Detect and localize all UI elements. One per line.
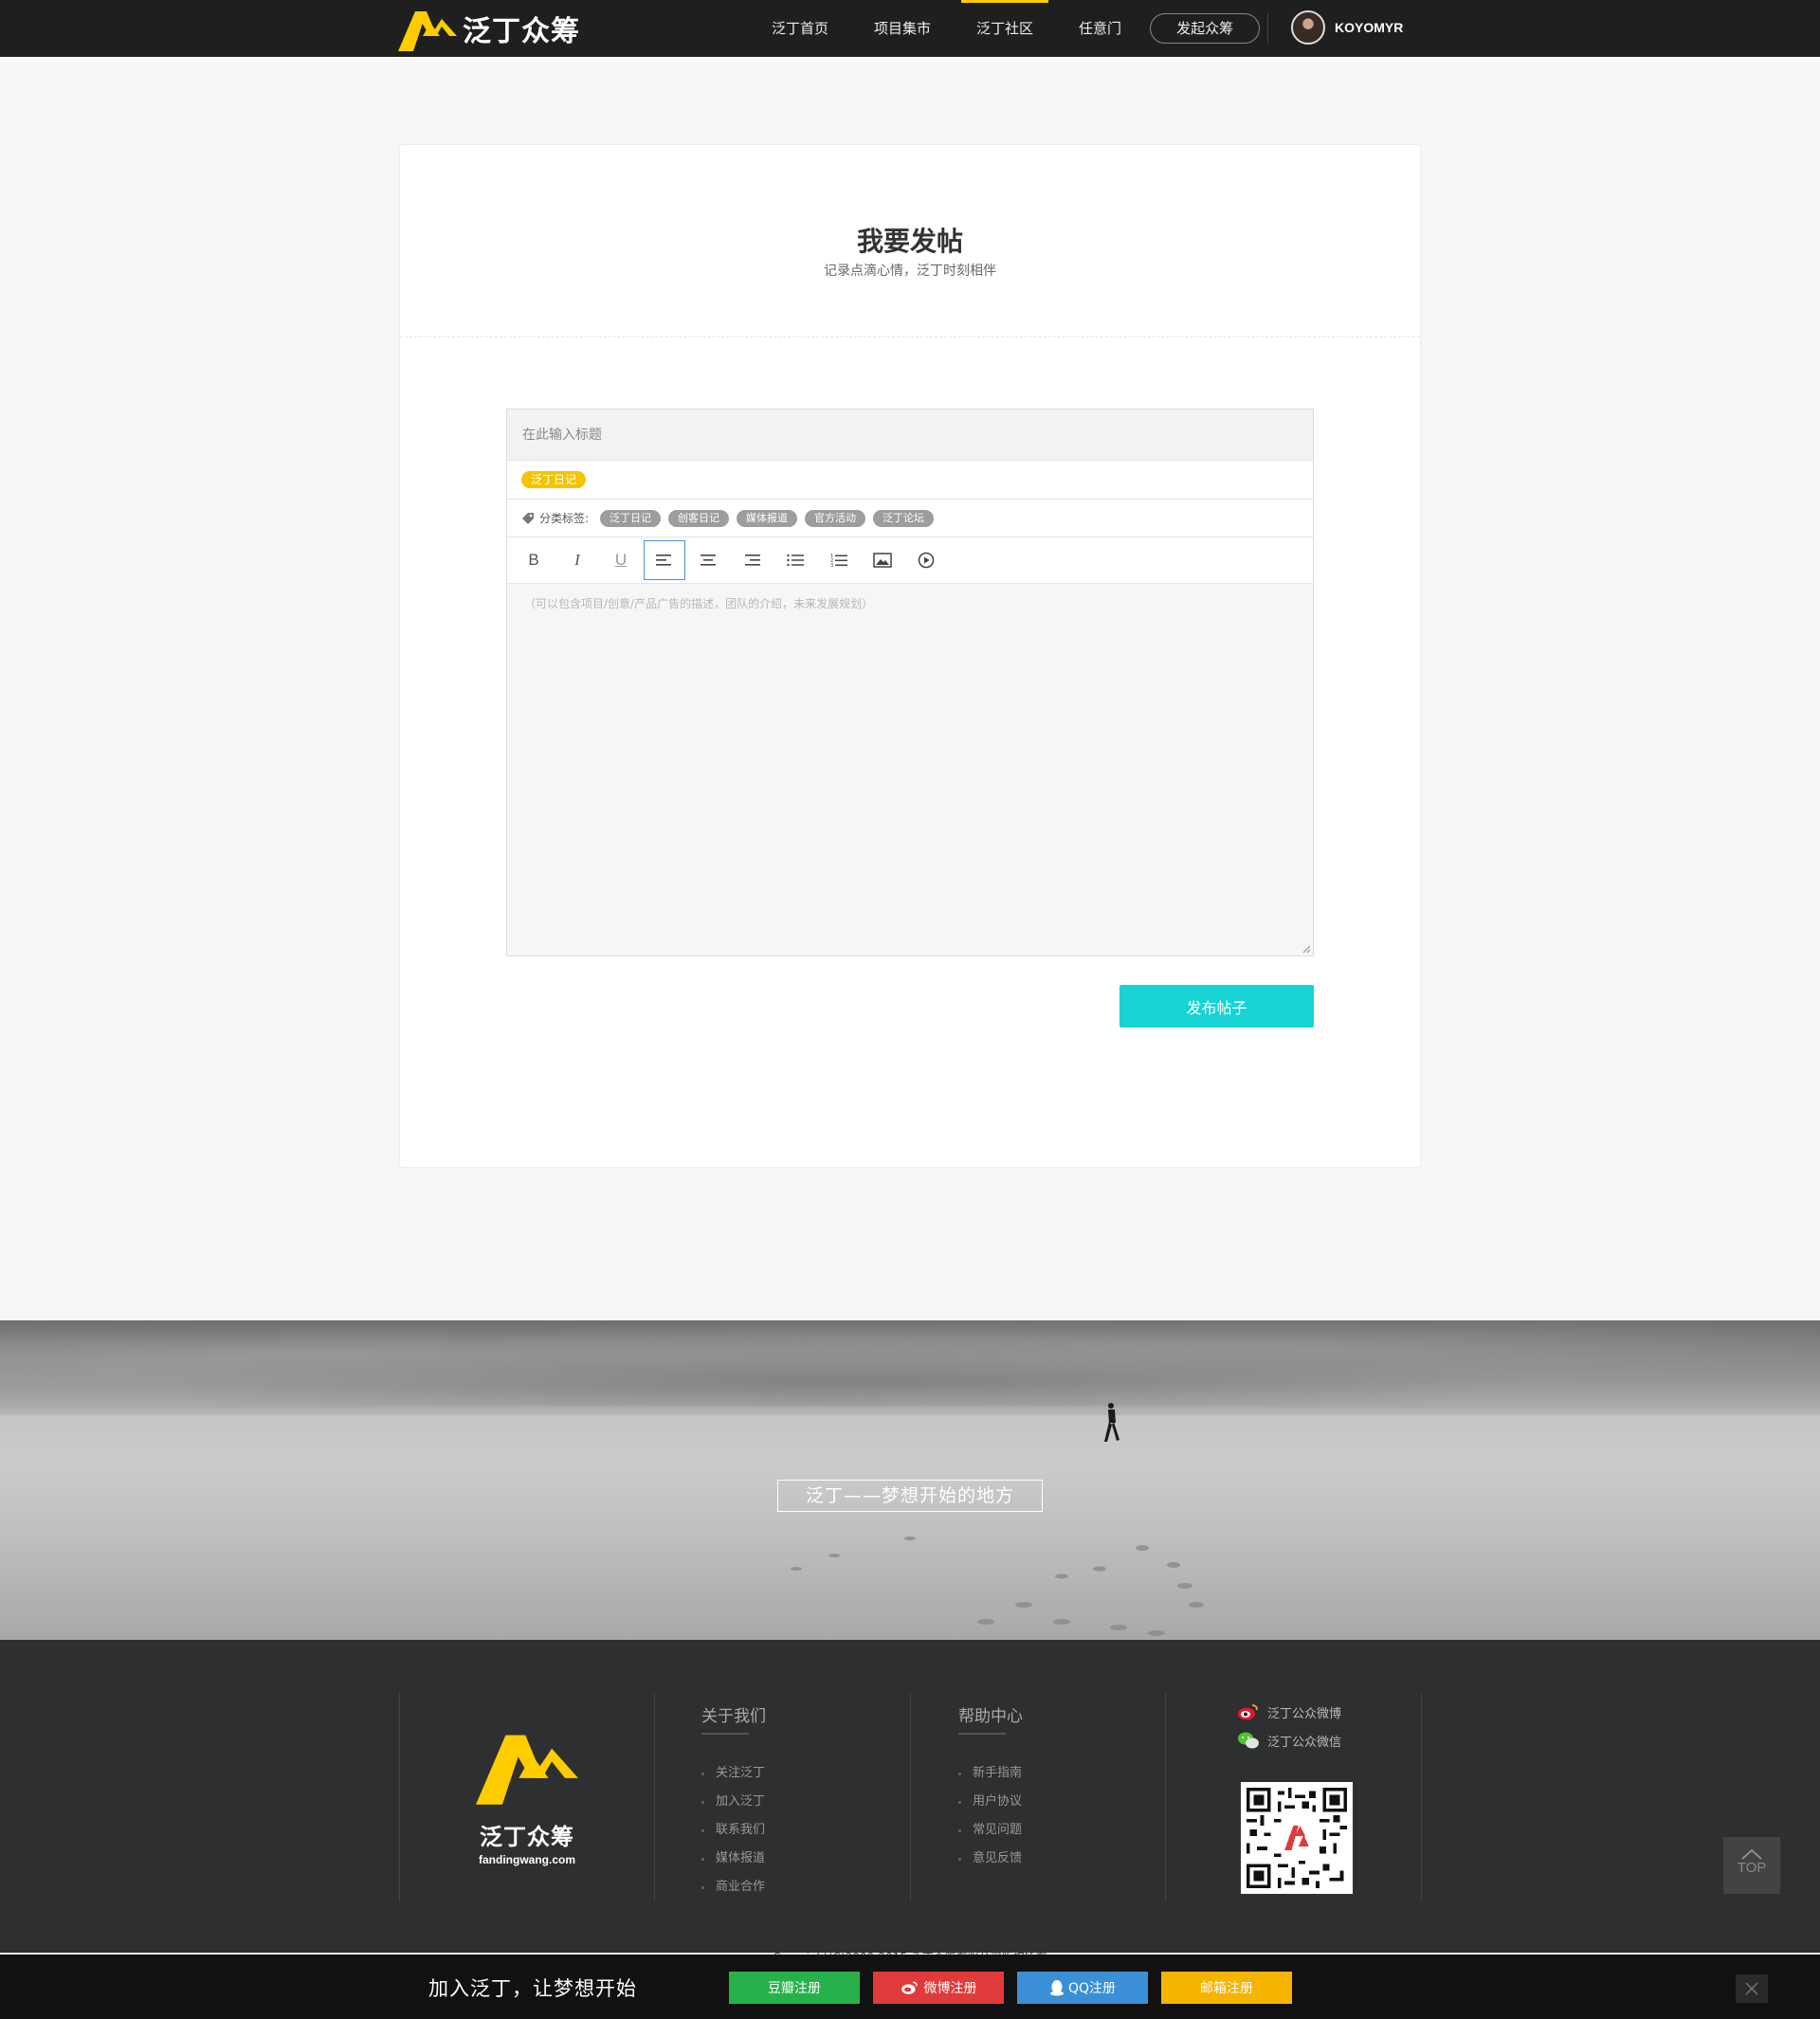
qq-register-label: QQ注册 <box>1067 1981 1117 1996</box>
logo-mark-icon <box>476 1735 578 1805</box>
title-row <box>507 409 1313 461</box>
footer-link-follow[interactable]: 关注泛丁 <box>701 1759 765 1788</box>
footer-logo[interactable]: 泛丁众筹 fandingwang.com <box>476 1725 578 1866</box>
help-heading: 帮助中心 <box>958 1707 1023 1726</box>
site-logo[interactable]: 泛丁众筹 <box>398 4 580 53</box>
username[interactable]: KOYOMYR <box>1335 20 1403 35</box>
selected-tag[interactable]: 泛丁日记 <box>521 471 587 488</box>
qr-code-image <box>1247 1788 1347 1888</box>
chevron-up-icon <box>1741 1848 1762 1860</box>
align-center-icon[interactable] <box>687 540 729 580</box>
back-to-top-button[interactable]: TOP <box>1723 1837 1780 1894</box>
footer-logo-text: 泛丁众筹 <box>480 1824 574 1850</box>
wechat-label: 泛丁公众微信 <box>1267 1735 1342 1750</box>
banner-slogan: 泛丁——梦想开始的地方 <box>777 1480 1043 1512</box>
nav-item-anywhere-door[interactable]: 任意门 <box>1079 0 1121 57</box>
category-tag-maker-diary[interactable]: 创客日记 <box>668 509 730 527</box>
heading-underline <box>958 1733 1006 1735</box>
back-to-top-label: TOP <box>1737 1860 1767 1876</box>
weibo-register-label: 微博注册 <box>923 1981 977 1996</box>
about-links: 关注泛丁 加入泛丁 联系我们 媒体报道 商业合作 <box>701 1759 765 1901</box>
footer-logo-url: fandingwang.com <box>479 1853 575 1866</box>
qq-register-button[interactable]: QQ注册 <box>1017 1972 1148 2004</box>
tag-icon <box>522 512 534 524</box>
video-icon[interactable] <box>905 540 947 580</box>
resize-handle-icon[interactable] <box>1301 944 1311 954</box>
bullet-list-icon[interactable] <box>774 540 816 580</box>
close-icon <box>1745 1982 1758 1995</box>
start-crowdfunding-button[interactable]: 发起众筹 <box>1150 13 1261 44</box>
category-tag-diary[interactable]: 泛丁日记 <box>600 509 662 527</box>
nav-item-market[interactable]: 项目集市 <box>874 0 931 57</box>
page-subtitle: 记录点滴心情，泛丁时刻相伴 <box>824 264 996 279</box>
footer-link-contact[interactable]: 联系我们 <box>701 1816 765 1845</box>
footer-link-agreement[interactable]: 用户协议 <box>958 1788 1022 1816</box>
footer-banner: 泛丁——梦想开始的地方 <box>0 1320 1820 1640</box>
douban-register-label: 豆瓣注册 <box>768 1981 821 1996</box>
weibo-icon <box>901 1981 918 1994</box>
numbered-list-icon[interactable]: 123 <box>818 540 860 580</box>
category-tag-media[interactable]: 媒体报道 <box>737 509 798 527</box>
footer-link-media[interactable]: 媒体报道 <box>701 1845 765 1873</box>
nav-divider <box>1267 13 1268 44</box>
nav-item-community[interactable]: 泛丁社区 <box>961 0 1049 57</box>
nav-item-home[interactable]: 泛丁首页 <box>772 0 828 57</box>
svg-text:3: 3 <box>830 563 833 568</box>
formatting-toolbar: B I U 123 <box>507 537 1313 584</box>
footer-col-divider <box>654 1693 655 1901</box>
wechat-icon <box>1238 1732 1259 1749</box>
align-left-icon[interactable] <box>644 540 685 580</box>
weibo-register-button[interactable]: 微博注册 <box>873 1972 1004 2004</box>
avatar[interactable] <box>1291 10 1325 45</box>
italic-icon[interactable]: I <box>556 540 598 580</box>
post-editor: 泛丁日记 分类标签: 泛丁日记 创客日记 媒体报道 官方活动 泛丁论坛 B I … <box>506 409 1314 956</box>
page-title: 我要发帖 <box>856 226 963 257</box>
bold-icon[interactable]: B <box>513 540 555 580</box>
top-navigation-bar: 泛丁众筹 泛丁首页 项目集市 泛丁社区 任意门 发起众筹 KOYOMYR <box>0 0 1820 57</box>
align-right-icon[interactable] <box>731 540 773 580</box>
selected-tags-row: 泛丁日记 <box>507 461 1313 500</box>
email-register-label: 邮箱注册 <box>1200 1981 1253 1996</box>
category-tag-official-event[interactable]: 官方活动 <box>805 509 866 527</box>
footer-col-divider <box>910 1693 911 1901</box>
category-tag-forum[interactable]: 泛丁论坛 <box>873 509 935 527</box>
wechat-link[interactable]: 泛丁公众微信 <box>1237 1731 1341 1750</box>
image-icon[interactable] <box>862 540 903 580</box>
about-heading: 关于我们 <box>701 1707 766 1726</box>
category-label: 分类标签: <box>539 512 590 525</box>
category-tags-row: 分类标签: 泛丁日记 创客日记 媒体报道 官方活动 泛丁论坛 <box>507 500 1313 537</box>
new-post-card: 我要发帖 记录点滴心情，泛丁时刻相伴 泛丁日记 分类标签: 泛丁日记 创客日记 … <box>399 144 1421 1168</box>
footer-link-join[interactable]: 加入泛丁 <box>701 1788 765 1816</box>
post-title-input[interactable] <box>522 427 1281 443</box>
main-nav: 泛丁首页 项目集市 泛丁社区 任意门 发起众筹 <box>749 0 1261 57</box>
footer-col-divider <box>399 1693 400 1901</box>
site-footer: 泛丁众筹 fandingwang.com 关于我们 关注泛丁 加入泛丁 联系我们… <box>0 1640 1820 1953</box>
logo-text: 泛丁众筹 <box>463 15 580 48</box>
douban-register-button[interactable]: 豆瓣注册 <box>729 1972 860 2004</box>
signup-bar: 加入泛丁，让梦想开始 豆瓣注册 微博注册 QQ注册 邮箱注册 <box>0 1955 1820 2019</box>
footer-link-guide[interactable]: 新手指南 <box>958 1759 1022 1788</box>
help-links: 新手指南 用户协议 常见问题 意见反馈 <box>958 1759 1022 1873</box>
weibo-link[interactable]: 泛丁公众微博 <box>1237 1702 1341 1721</box>
logo-mark-icon <box>398 11 457 51</box>
qq-icon <box>1049 1980 1064 1996</box>
footer-link-faq[interactable]: 常见问题 <box>958 1816 1022 1845</box>
underline-icon[interactable]: U <box>600 540 642 580</box>
wechat-qr-code <box>1241 1782 1353 1894</box>
weibo-icon <box>1238 1704 1258 1720</box>
card-divider <box>400 336 1420 337</box>
user-menu[interactable]: KOYOMYR <box>1291 10 1403 45</box>
publish-post-button[interactable]: 发布帖子 <box>1119 985 1314 1028</box>
close-signup-bar-button[interactable] <box>1736 1974 1768 2003</box>
signup-bar-text: 加入泛丁，让梦想开始 <box>428 1977 637 2000</box>
heading-underline <box>701 1733 749 1735</box>
weibo-label: 泛丁公众微博 <box>1267 1706 1342 1721</box>
email-register-button[interactable]: 邮箱注册 <box>1161 1972 1292 2004</box>
footer-link-feedback[interactable]: 意见反馈 <box>958 1845 1022 1873</box>
post-content-textarea[interactable] <box>507 584 1313 955</box>
footer-link-business[interactable]: 商业合作 <box>701 1873 765 1901</box>
